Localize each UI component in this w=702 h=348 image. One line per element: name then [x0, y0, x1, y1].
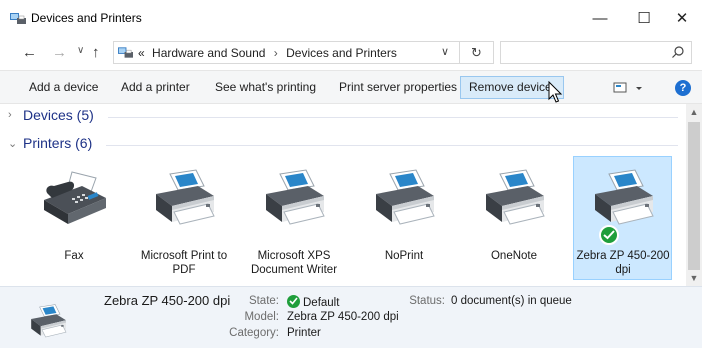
search-input[interactable] [505, 42, 665, 62]
command-bar: Add a device Add a printer See what's pr… [0, 70, 702, 104]
group-label-printers: Printers (6) [23, 135, 93, 151]
title-bar: Devices and Printers — ☐ ✕ [0, 0, 702, 36]
up-arrow-icon[interactable]: ↑ [92, 44, 100, 61]
mouse-cursor-icon [548, 81, 563, 103]
printer-icon [587, 164, 659, 234]
scroll-up-icon[interactable]: ▲ [686, 104, 702, 120]
minimize-icon: — [592, 9, 608, 27]
printer-icon [26, 301, 70, 343]
close-icon: ✕ [675, 10, 689, 27]
scrollbar-thumb[interactable] [688, 122, 700, 270]
printer-tile-microsoft-print-to-pdf[interactable]: Microsoft Print to PDF [134, 156, 234, 280]
printer-name: Microsoft Print to PDF [140, 250, 228, 276]
chevron-right-icon: › [8, 109, 12, 121]
address-row: ← → ∨ ↑ « Hardware and Sound › Devices a… [0, 36, 702, 70]
chevron-down-icon: ⌄ [8, 138, 18, 150]
breadcrumb-separator[interactable]: › [274, 46, 278, 60]
close-button[interactable]: ✕ [660, 0, 702, 36]
devices-and-printers-icon [118, 47, 133, 58]
search-box[interactable] [500, 41, 692, 64]
state-label: State: [248, 295, 279, 307]
help-button[interactable]: ? [675, 80, 691, 96]
printer-icon [368, 164, 440, 234]
status-label: Status: [409, 295, 445, 307]
scroll-down-icon[interactable]: ▼ [686, 270, 702, 286]
printer-tile-microsoft-xps-document-writer[interactable]: Microsoft XPS Document Writer [244, 156, 344, 280]
search-icon [672, 46, 684, 58]
details-pane: Zebra ZP 450-200 dpi State: Default Mode… [0, 286, 702, 348]
default-check-icon [287, 295, 300, 308]
printer-name: Fax [64, 250, 84, 262]
group-divider [106, 145, 678, 146]
window-title: Devices and Printers [31, 11, 142, 25]
printer-name: Zebra ZP 450-200 dpi [576, 250, 670, 276]
devices-and-printers-icon [10, 13, 26, 24]
printer-icon [148, 164, 220, 234]
breadcrumb-devices-and-printers[interactable]: Devices and Printers [286, 46, 397, 60]
status-value: 0 document(s) in queue [451, 295, 572, 307]
state-value: Default [287, 295, 339, 309]
maximize-icon: ☐ [637, 10, 651, 27]
model-label: Model: [244, 311, 279, 323]
printer-icon [478, 164, 550, 234]
printer-icon [258, 164, 330, 234]
category-value: Printer [287, 327, 321, 339]
printer-name: Microsoft XPS Document Writer [250, 250, 338, 276]
add-printer-button[interactable]: Add a printer [112, 76, 199, 99]
forward-arrow-icon[interactable]: → [52, 44, 67, 61]
category-label: Category: [229, 327, 279, 339]
breadcrumb: « Hardware and Sound › Devices and Print… [138, 46, 397, 60]
group-header-printers[interactable]: ⌄ Printers (6) [8, 134, 678, 154]
printer-tile-fax[interactable]: Fax [24, 156, 124, 280]
minimize-button[interactable]: — [578, 0, 622, 36]
breadcrumb-hardware-and-sound[interactable]: Hardware and Sound [152, 46, 265, 60]
group-label-devices: Devices (5) [23, 107, 94, 123]
vertical-scrollbar[interactable]: ▲ ▼ [686, 104, 702, 286]
printer-tile-zebra-zp-450[interactable]: Zebra ZP 450-200 dpi [573, 156, 672, 280]
print-server-properties-button[interactable]: Print server properties [330, 76, 466, 99]
see-whats-printing-button[interactable]: See what's printing [206, 76, 325, 99]
group-divider [108, 117, 678, 118]
back-arrow-icon[interactable]: ← [22, 44, 37, 61]
address-dropdown-icon[interactable]: ∨ [441, 45, 449, 58]
content-area: › Devices (5) ⌄ Printers (6) Fax Microso… [0, 104, 686, 286]
address-bar[interactable]: « Hardware and Sound › Devices and Print… [113, 41, 460, 64]
group-header-devices[interactable]: › Devices (5) [8, 106, 678, 126]
refresh-icon: ↻ [471, 44, 482, 60]
recent-locations-chevron-icon[interactable]: ∨ [77, 45, 84, 56]
printer-name: OneNote [490, 250, 538, 262]
default-printer-check-icon [599, 225, 619, 245]
model-value: Zebra ZP 450-200 dpi [287, 311, 399, 323]
add-device-button[interactable]: Add a device [20, 76, 107, 99]
help-icon: ? [679, 82, 687, 94]
printer-tile-noprint[interactable]: NoPrint [354, 156, 454, 280]
refresh-button[interactable]: ↻ [460, 41, 494, 64]
breadcrumb-overflow[interactable]: « [138, 46, 145, 60]
change-view-icon[interactable] [612, 79, 646, 97]
printer-tile-onenote[interactable]: OneNote [464, 156, 564, 280]
state-text: Default [303, 297, 340, 309]
printer-name: NoPrint [384, 250, 424, 262]
fax-icon [38, 164, 110, 234]
